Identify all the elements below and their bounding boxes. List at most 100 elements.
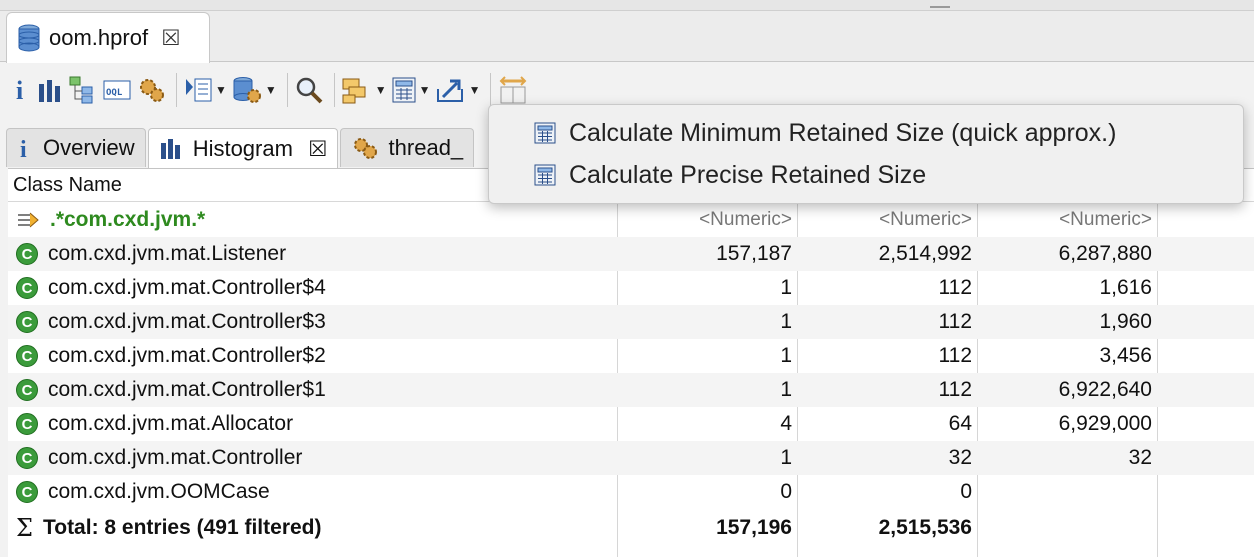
shallow-heap-cell: 2,514,992 xyxy=(878,242,972,265)
objects-cell: 1 xyxy=(780,344,792,367)
close-icon[interactable]: ⮽ xyxy=(162,27,180,49)
histogram-button[interactable] xyxy=(36,70,64,110)
class-icon: C xyxy=(16,311,38,333)
group-button[interactable]: ▼ xyxy=(341,70,387,110)
chevron-down-icon: ▼ xyxy=(418,83,431,97)
histogram-icon xyxy=(159,137,183,161)
toolbar: i OQL ▼ ▼ ▼ ▼ ▼ xyxy=(8,68,533,112)
export-button[interactable]: ▼ xyxy=(435,70,481,110)
histogram-table: Class Name .*com.cxd.jvm.* <Numeric> <Nu… xyxy=(8,168,1254,557)
thread-overview-button[interactable] xyxy=(136,70,166,110)
filter-objects[interactable]: <Numeric> xyxy=(618,203,792,237)
class-icon: C xyxy=(16,413,38,435)
calculate-retained-size-button[interactable]: ▼ xyxy=(391,70,431,110)
retained-heap-cell: 1,960 xyxy=(1099,310,1152,333)
class-name: com.cxd.jvm.mat.Controller xyxy=(48,446,303,469)
table-row[interactable]: Ccom.cxd.jvm.mat.Controller 1 32 32 xyxy=(8,441,1254,475)
tab-label: Overview xyxy=(43,135,135,160)
class-name: com.cxd.jvm.OOMCase xyxy=(48,480,270,503)
chevron-down-icon: ▼ xyxy=(468,83,481,97)
table-row[interactable]: Ccom.cxd.jvm.mat.Controller$2 1 112 3,45… xyxy=(8,339,1254,373)
tab-label: thread_ xyxy=(388,135,464,160)
class-icon: C xyxy=(16,447,38,469)
table-row[interactable]: Ccom.cxd.jvm.mat.Controller$3 1 112 1,96… xyxy=(8,305,1254,339)
calculator-icon xyxy=(533,121,557,145)
column-header-class-name[interactable]: Class Name xyxy=(13,174,122,197)
class-name: com.cxd.jvm.mat.Controller$2 xyxy=(48,344,326,367)
chevron-down-icon: ▼ xyxy=(374,83,387,97)
class-icon: C xyxy=(16,379,38,401)
editor-tab-label: oom.hprof xyxy=(49,25,149,50)
objects-cell: 157,187 xyxy=(716,242,792,265)
shallow-heap-cell: 112 xyxy=(938,276,972,299)
table-row[interactable]: Ccom.cxd.jvm.mat.Controller$4 1 112 1,61… xyxy=(8,271,1254,305)
close-icon[interactable]: ⮽ xyxy=(309,136,327,162)
table-row[interactable]: Ccom.cxd.jvm.OOMCase 0 0 xyxy=(8,475,1254,509)
class-icon: C xyxy=(16,345,38,367)
calculator-icon xyxy=(533,163,557,187)
chevron-down-icon: ▼ xyxy=(264,83,277,97)
toolbar-separator xyxy=(286,73,288,107)
retained-heap-cell: 6,929,000 xyxy=(1058,412,1152,435)
objects-cell: 1 xyxy=(780,276,792,299)
objects-cell: 0 xyxy=(780,480,792,503)
table-row[interactable]: Ccom.cxd.jvm.mat.Controller$1 1 112 6,92… xyxy=(8,373,1254,407)
retained-heap-cell: 1,616 xyxy=(1099,276,1152,299)
class-icon: C xyxy=(16,481,38,503)
filter-pattern: .*com.cxd.jvm.* xyxy=(50,208,206,231)
info-button[interactable]: i xyxy=(8,70,32,110)
table-row[interactable]: Ccom.cxd.jvm.mat.Allocator 4 64 6,929,00… xyxy=(8,407,1254,441)
sigma-icon: Σ xyxy=(16,514,33,542)
filter-retained[interactable]: <Numeric> xyxy=(978,203,1152,237)
filter-row[interactable]: .*com.cxd.jvm.* <Numeric> <Numeric> <Num… xyxy=(8,203,1254,237)
class-icon: C xyxy=(16,277,38,299)
menu-item-label: Calculate Minimum Retained Size (quick a… xyxy=(569,118,1117,147)
retained-heap-cell: 3,456 xyxy=(1099,344,1152,367)
objects-cell: 1 xyxy=(780,310,792,333)
inner-tab-bar: i Overview Histogram ⮽ thread_ xyxy=(6,128,476,169)
svg-text:i: i xyxy=(20,137,27,161)
query-browser-button[interactable]: ▼ xyxy=(231,70,277,110)
menu-item-precise-retained-size[interactable]: Calculate Precise Retained Size xyxy=(533,155,926,195)
tab-label: Histogram xyxy=(192,136,293,161)
chevron-down-icon: ▼ xyxy=(215,83,227,97)
total-objects: 157,196 xyxy=(716,516,792,539)
retained-heap-cell xyxy=(978,475,1152,509)
shallow-heap-cell: 64 xyxy=(948,412,972,435)
toolbar-separator xyxy=(490,73,492,107)
filter-shallow[interactable]: <Numeric> xyxy=(798,203,972,237)
shallow-heap-cell: 112 xyxy=(938,378,972,401)
menu-item-label: Calculate Precise Retained Size xyxy=(569,160,927,189)
editor-tab-oom-hprof[interactable]: oom.hprof ⮽ xyxy=(6,12,210,63)
filter-icon xyxy=(16,207,42,233)
oql-button[interactable]: OQL xyxy=(102,70,132,110)
svg-text:i: i xyxy=(16,76,23,105)
tab-thread-overview[interactable]: thread_ xyxy=(339,128,475,167)
objects-cell: 4 xyxy=(780,412,792,435)
table-row[interactable]: Ccom.cxd.jvm.mat.Listener 157,187 2,514,… xyxy=(8,237,1254,271)
scroll-indicator xyxy=(930,0,950,8)
class-icon: C xyxy=(16,243,38,265)
filter-cell: .*com.cxd.jvm.* xyxy=(16,203,205,237)
class-name: com.cxd.jvm.mat.Controller$4 xyxy=(48,276,326,299)
menu-item-minimum-retained-size[interactable]: Calculate Minimum Retained Size (quick a… xyxy=(533,113,1116,153)
class-name: com.cxd.jvm.mat.Controller$3 xyxy=(48,310,326,333)
objects-cell: 1 xyxy=(780,446,792,469)
dominator-tree-button[interactable] xyxy=(68,70,98,110)
tab-overview[interactable]: i Overview xyxy=(6,128,146,167)
retained-heap-cell: 32 xyxy=(1128,446,1152,469)
retained-size-menu: Calculate Minimum Retained Size (quick a… xyxy=(488,104,1244,204)
objects-cell: 1 xyxy=(780,378,792,401)
total-row: Σ Total: 8 entries (491 filtered) 157,19… xyxy=(8,511,1254,545)
run-report-button[interactable]: ▼ xyxy=(183,70,227,110)
shallow-heap-cell: 32 xyxy=(948,446,972,469)
class-name: com.cxd.jvm.mat.Allocator xyxy=(48,412,294,435)
tab-histogram[interactable]: Histogram ⮽ xyxy=(147,128,338,169)
heap-dump-icon xyxy=(15,23,43,53)
search-button[interactable] xyxy=(294,70,324,110)
svg-text:OQL: OQL xyxy=(106,88,123,98)
toolbar-separator xyxy=(333,73,335,107)
class-name: com.cxd.jvm.mat.Listener xyxy=(48,242,287,265)
class-name: com.cxd.jvm.mat.Controller$1 xyxy=(48,378,326,401)
toolbar-separator xyxy=(176,73,177,107)
